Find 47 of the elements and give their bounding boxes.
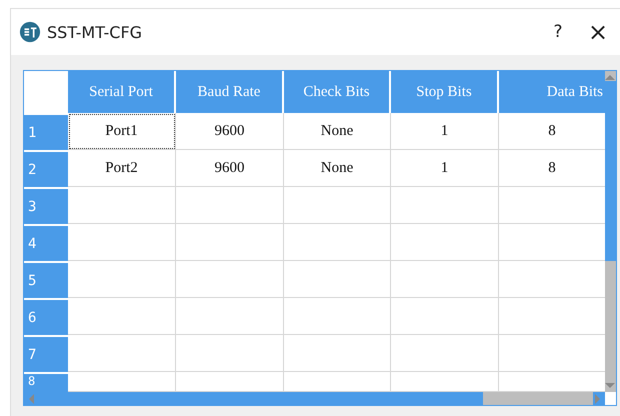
table-cell[interactable] bbox=[284, 335, 391, 372]
column-header[interactable]: Data Bits bbox=[499, 71, 605, 113]
table-cell[interactable] bbox=[391, 335, 499, 372]
table-cell[interactable]: Port1 bbox=[68, 113, 176, 150]
column-header[interactable]: Stop Bits bbox=[391, 71, 499, 113]
scroll-thumb[interactable] bbox=[483, 392, 593, 405]
scroll-thumb[interactable] bbox=[605, 81, 616, 261]
table-cell[interactable] bbox=[391, 261, 499, 298]
table-cell[interactable] bbox=[176, 224, 284, 261]
row-header[interactable]: 7 bbox=[24, 335, 68, 372]
table-cell[interactable]: Port2 bbox=[68, 150, 176, 187]
close-button[interactable]: × bbox=[578, 12, 618, 52]
table-cell[interactable] bbox=[176, 261, 284, 298]
window-title: SST-MT-CFG bbox=[47, 22, 144, 42]
table-cell[interactable] bbox=[176, 335, 284, 372]
row-header[interactable]: 4 bbox=[24, 224, 68, 261]
table-cell[interactable] bbox=[284, 187, 391, 224]
row-header[interactable]: 2 bbox=[24, 150, 68, 187]
table-cell[interactable] bbox=[391, 187, 499, 224]
table-cell[interactable] bbox=[176, 298, 284, 335]
table-cell[interactable] bbox=[176, 187, 284, 224]
table-cell[interactable] bbox=[68, 224, 176, 261]
table-cell[interactable] bbox=[284, 298, 391, 335]
column-header[interactable]: Baud Rate bbox=[176, 71, 284, 113]
table-cell[interactable]: 9600 bbox=[176, 113, 284, 150]
table-cell[interactable] bbox=[284, 224, 391, 261]
table-cell[interactable] bbox=[284, 261, 391, 298]
column-header[interactable]: Serial Port bbox=[68, 71, 176, 113]
table-cell[interactable] bbox=[68, 187, 176, 224]
column-header[interactable]: Check Bits bbox=[284, 71, 391, 113]
table-cell[interactable]: 9600 bbox=[176, 150, 284, 187]
table-cell[interactable] bbox=[68, 298, 176, 335]
app-logo-icon bbox=[19, 21, 41, 43]
table-cell[interactable]: 1 bbox=[391, 150, 499, 187]
table-cell[interactable]: 1 bbox=[391, 113, 499, 150]
table-cell[interactable]: None bbox=[284, 113, 391, 150]
table-cell[interactable]: None bbox=[284, 150, 391, 187]
help-button[interactable]: ? bbox=[538, 12, 578, 52]
row-header[interactable]: 8 bbox=[24, 372, 68, 392]
row-header[interactable]: 6 bbox=[24, 298, 68, 335]
row-header[interactable]: 1 bbox=[24, 113, 68, 150]
table-cell[interactable] bbox=[391, 298, 499, 335]
row-header[interactable]: 5 bbox=[24, 261, 68, 298]
row-header[interactable]: 3 bbox=[24, 187, 68, 224]
table-cell[interactable] bbox=[68, 261, 176, 298]
table-cell[interactable] bbox=[391, 224, 499, 261]
table-cell[interactable] bbox=[68, 335, 176, 372]
